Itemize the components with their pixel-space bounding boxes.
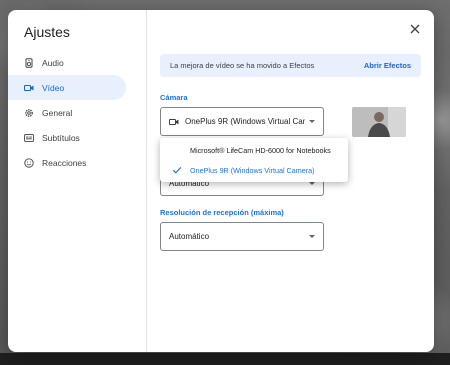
chevron-down-icon	[309, 235, 315, 238]
sidebar-item-video[interactable]: Vídeo	[8, 75, 126, 100]
smiley-icon	[24, 157, 34, 168]
close-button[interactable]	[408, 22, 422, 36]
camera-preview	[352, 107, 406, 137]
speaker-icon	[24, 57, 34, 68]
info-banner: La mejora de vídeo se ha movido a Efecto…	[160, 54, 421, 77]
sidebar-item-general[interactable]: General	[8, 100, 126, 125]
sidebar-item-label: General	[42, 107, 73, 118]
meeting-toolbar-strip	[0, 353, 450, 365]
captions-icon	[24, 133, 34, 143]
sidebar-item-label: Vídeo	[42, 82, 65, 93]
camera-label: Cámara	[160, 93, 188, 102]
camera-dropdown-menu: Microsoft® LifeCam HD-6000 for Notebooks…	[160, 138, 348, 182]
close-icon	[410, 24, 420, 34]
video-camera-icon	[24, 83, 34, 93]
settings-dialog: Ajustes Audio Vídeo General Subtítulos R…	[8, 10, 434, 352]
sidebar-item-label: Reacciones	[42, 157, 87, 168]
sidebar-item-subtitles[interactable]: Subtítulos	[8, 125, 126, 150]
receive-resolution-select[interactable]: Automático	[160, 222, 324, 251]
receive-resolution-value: Automático	[169, 232, 210, 241]
sidebar-item-label: Subtítulos	[42, 132, 80, 143]
open-effects-link[interactable]: Abrir Efectos	[364, 61, 411, 70]
receive-resolution-label: Resolución de recepción (máxima)	[160, 208, 284, 217]
camera-select-value: OnePlus 9R (Windows Virtual Came...	[185, 117, 305, 126]
video-camera-icon	[169, 117, 179, 127]
settings-nav: Audio Vídeo General Subtítulos Reaccione…	[8, 50, 146, 175]
sidebar-item-reactions[interactable]: Reacciones	[8, 150, 126, 175]
option-label: Microsoft® LifeCam HD-6000 for Notebooks	[190, 145, 331, 155]
settings-sidebar: Ajustes Audio Vídeo General Subtítulos R…	[8, 10, 147, 352]
chevron-down-icon	[309, 120, 315, 123]
camera-select[interactable]: OnePlus 9R (Windows Virtual Came...	[160, 107, 324, 136]
option-label: OnePlus 9R (Windows Virtual Camera)	[190, 165, 315, 175]
checkmark-icon	[172, 165, 182, 175]
camera-option-lifecam[interactable]: Microsoft® LifeCam HD-6000 for Notebooks	[160, 140, 348, 160]
dialog-title: Ajustes	[24, 24, 70, 40]
camera-option-oneplus[interactable]: OnePlus 9R (Windows Virtual Camera)	[160, 160, 348, 180]
sidebar-item-label: Audio	[42, 57, 64, 68]
gear-icon	[24, 108, 34, 118]
banner-message: La mejora de vídeo se ha movido a Efecto…	[170, 61, 315, 70]
sidebar-item-audio[interactable]: Audio	[8, 50, 126, 75]
